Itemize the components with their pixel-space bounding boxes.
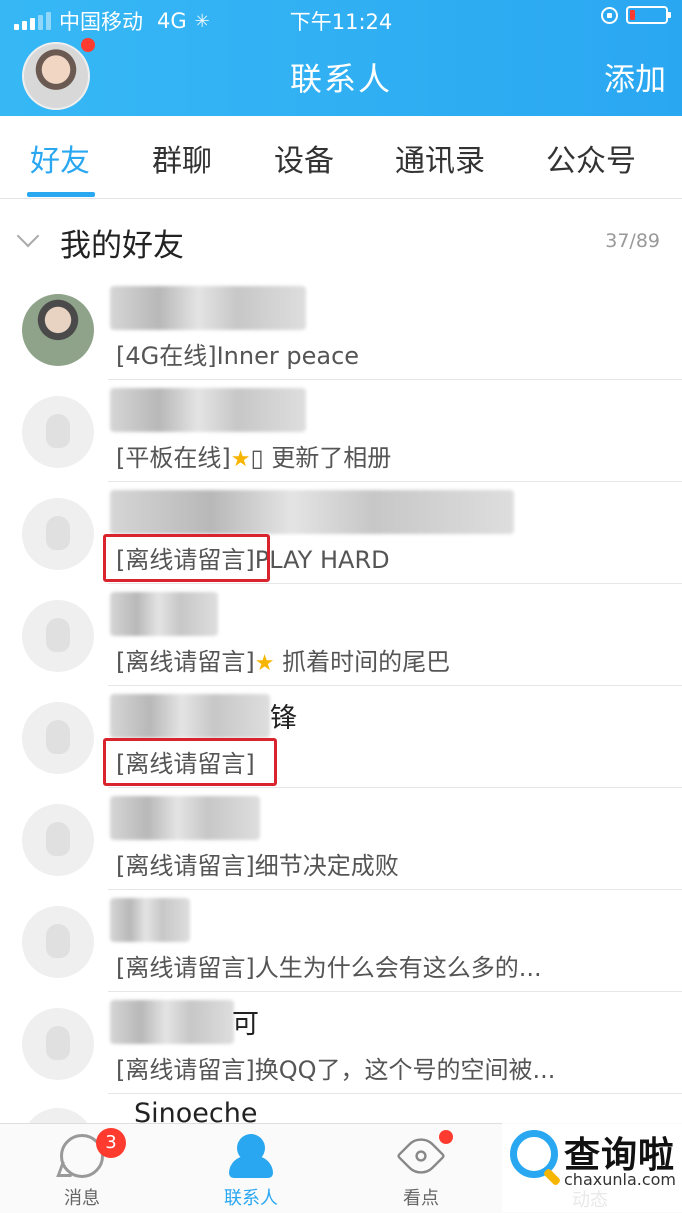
list-item[interactable]: [平板在线]★▯ 更新了相册 (0, 380, 682, 482)
list-item[interactable]: [离线请留言]细节决定成败 (0, 788, 682, 890)
list-item[interactable]: [离线请留言]★ 抓着时间的尾巴 (0, 584, 682, 686)
default-avatar-icon (46, 1026, 70, 1060)
unread-badge: 3 (96, 1128, 126, 1158)
friend-name-suffix: 锋 (270, 703, 297, 734)
battery-icon (626, 6, 671, 24)
contacts-icon (229, 1134, 273, 1178)
default-avatar-icon (46, 924, 70, 958)
friend-avatar (22, 600, 94, 672)
friend-name-blurred (110, 796, 260, 840)
friend-avatar (22, 396, 94, 468)
status-right (601, 6, 671, 24)
group-count: 37/89 (605, 230, 660, 252)
friend-avatar (22, 498, 94, 570)
tabbar-contacts[interactable]: 联系人 (191, 1124, 311, 1213)
star-icon: ★ (254, 651, 275, 676)
watermark: 查询啦 chaxunla.com (502, 1122, 682, 1212)
friend-avatar (22, 804, 94, 876)
list-item[interactable]: 可 [离线请留言]换QQ了，这个号的空间被... (0, 992, 682, 1094)
list-item[interactable]: [离线请留言]PLAY HARD (0, 482, 682, 584)
rotation-lock-icon (601, 6, 618, 24)
watermark-url: chaxunla.com (564, 1170, 676, 1189)
tabbar-watch[interactable]: 看点 (361, 1124, 481, 1213)
page-title: 联系人 (289, 60, 392, 98)
tab-friends[interactable]: 好友 (30, 136, 90, 180)
default-avatar-icon (46, 822, 70, 856)
default-avatar-icon (46, 516, 70, 550)
friend-avatar (22, 1008, 94, 1080)
tabbar-messages[interactable]: 3 消息 (22, 1124, 142, 1213)
friend-name-suffix: 可 (232, 1009, 259, 1040)
list-item[interactable]: [4G在线]Inner peace (0, 278, 682, 380)
status-time: 下午11:24 (289, 10, 393, 34)
friend-status: [离线请留言]★ 抓着时间的尾巴 (116, 648, 451, 676)
friend-group-header[interactable]: 我的好友 37/89 (0, 198, 682, 278)
friend-name-blurred (110, 592, 218, 636)
tabbar-label: 消息 (64, 1188, 100, 1209)
group-title: 我的好友 (60, 228, 184, 264)
list-item[interactable]: [离线请留言]人生为什么会有这么多的... (0, 890, 682, 992)
tab-devices[interactable]: 设备 (274, 136, 334, 180)
tab-official-accounts[interactable]: 公众号 (546, 136, 636, 180)
add-button[interactable]: 添加 (604, 54, 666, 99)
friend-status: [离线请留言]细节决定成败 (116, 852, 399, 880)
friend-status: [离线请留言]人生为什么会有这么多的... (116, 954, 542, 982)
status-bar: 中国移动 4G ✳ 下午11:24 (0, 0, 682, 36)
tabbar-label: 联系人 (224, 1188, 278, 1209)
friend-name-blurred (110, 1000, 234, 1044)
friend-avatar (22, 906, 94, 978)
tab-groups[interactable]: 群聊 (152, 136, 212, 180)
friend-name-blurred (110, 490, 514, 534)
default-avatar-icon (46, 720, 70, 754)
friend-name-blurred (110, 694, 270, 738)
friend-list: [4G在线]Inner peace [平板在线]★▯ 更新了相册 [离线请留言]… (0, 278, 682, 1130)
friend-name-blurred (110, 898, 190, 942)
friend-name-blurred (110, 286, 306, 330)
star-icon: ★ (230, 447, 251, 472)
friend-status: [4G在线]Inner peace (116, 342, 360, 370)
top-header: 中国移动 4G ✳ 下午11:24 联系人 添加 (0, 0, 682, 116)
notification-dot (439, 1130, 453, 1144)
highlight-box (103, 534, 270, 582)
highlight-box (103, 738, 277, 786)
list-item[interactable]: 锋 [离线请留言] (0, 686, 682, 788)
contact-tabs: 好友 群聊 设备 通讯录 公众号 (0, 116, 682, 199)
friend-status: [离线请留言]换QQ了，这个号的空间被... (116, 1056, 556, 1084)
default-avatar-icon (46, 618, 70, 652)
chevron-down-icon (16, 224, 40, 248)
friend-avatar (22, 294, 94, 366)
avatar-notification-dot (81, 38, 95, 52)
default-avatar-icon (46, 414, 70, 448)
friend-avatar (22, 702, 94, 774)
friend-name-blurred (110, 388, 306, 432)
friend-status: [平板在线]★▯ 更新了相册 (116, 444, 392, 472)
search-logo-icon (510, 1130, 558, 1178)
tab-address-book[interactable]: 通讯录 (395, 136, 485, 180)
active-tab-indicator (27, 192, 95, 197)
tabbar-label: 看点 (403, 1188, 439, 1209)
